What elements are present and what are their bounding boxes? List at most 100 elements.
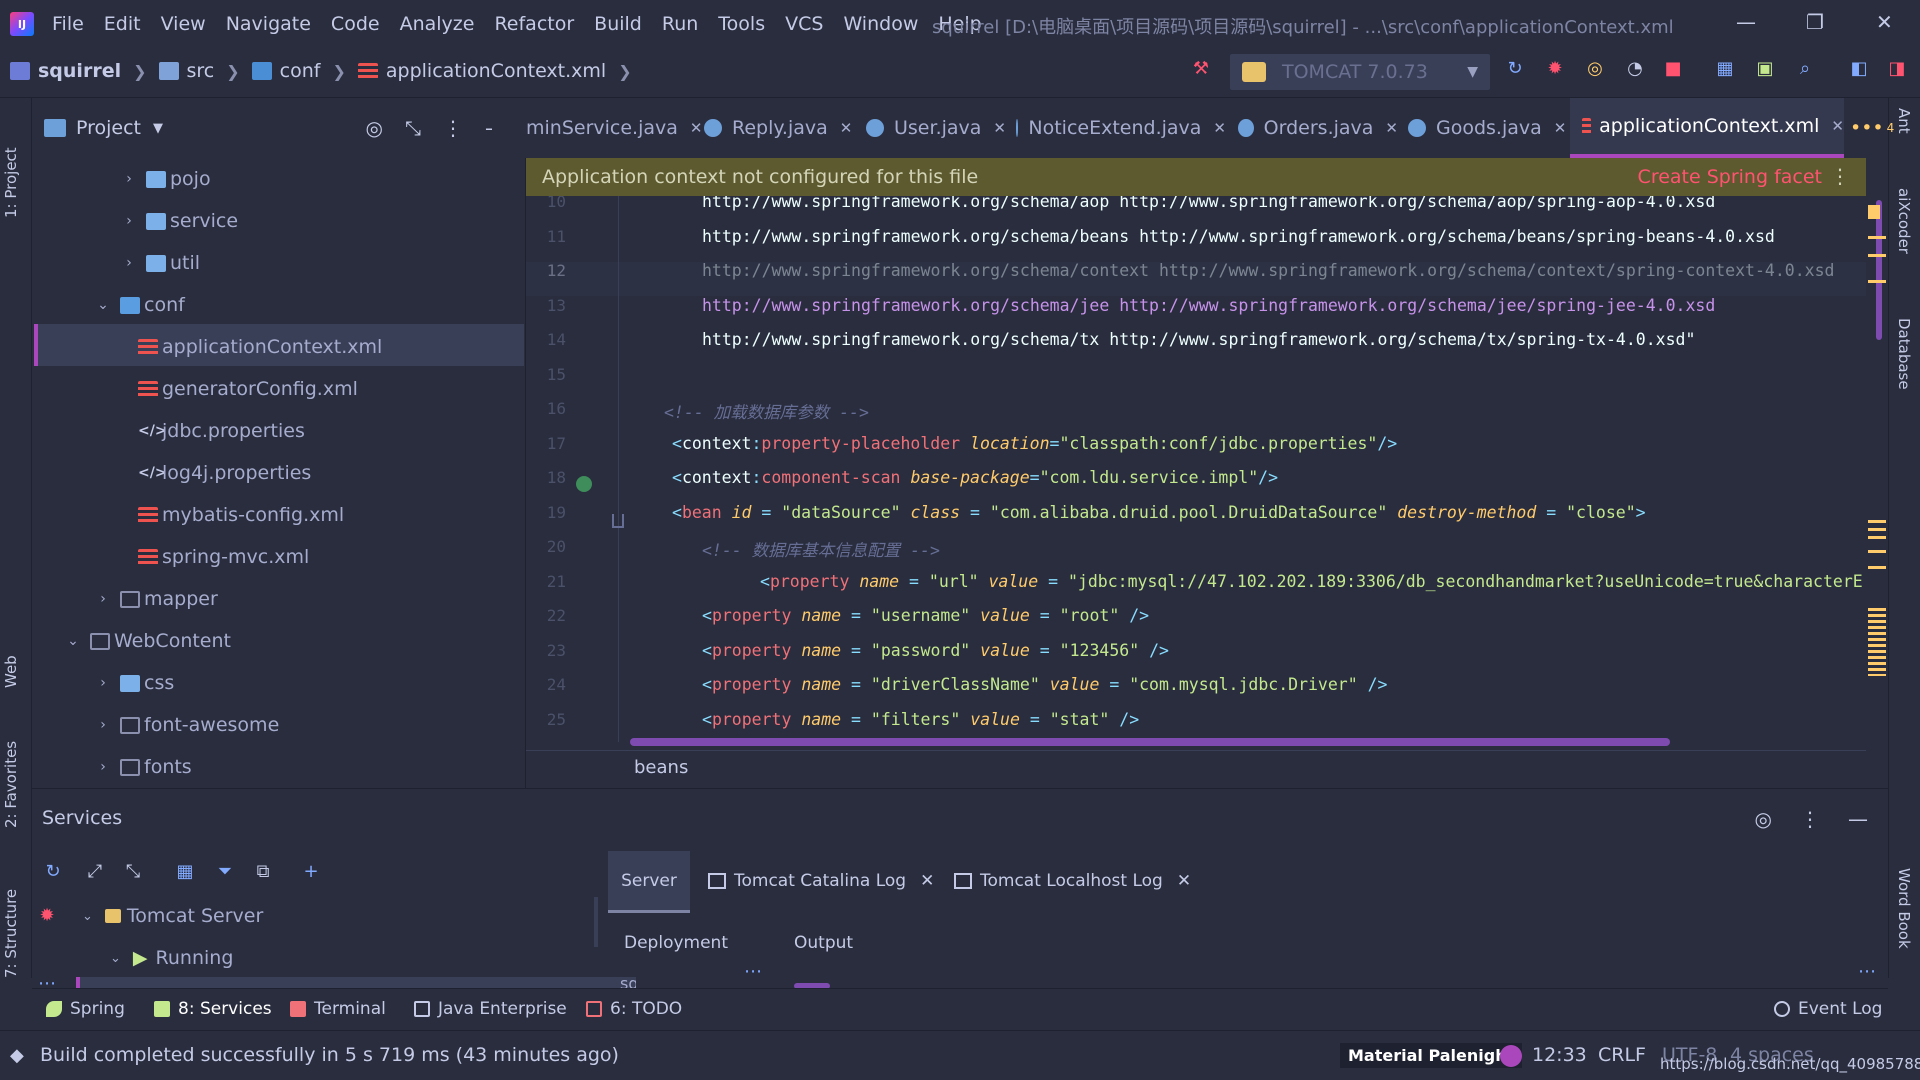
menu-view[interactable]: View: [161, 13, 206, 35]
code-line[interactable]: <context:component-scan base-package="co…: [672, 468, 1278, 487]
terminal-icon[interactable]: ▣: [1754, 58, 1776, 80]
build-status-icon[interactable]: ◆: [10, 1045, 24, 1066]
target-icon[interactable]: ◎: [1755, 807, 1772, 831]
menu-code[interactable]: Code: [331, 13, 380, 35]
debug-bug-icon[interactable]: ✹: [36, 905, 58, 927]
crumb-src[interactable]: src ❯: [158, 60, 252, 82]
create-spring-facet-link[interactable]: Create Spring facet: [1638, 166, 1822, 188]
debug-bug-icon[interactable]: ✹: [1544, 58, 1566, 80]
collapse-all-icon[interactable]: ⤡: [122, 861, 144, 883]
error-stripe-marker[interactable]: [1868, 254, 1886, 257]
more-options-icon[interactable]: ⋮: [443, 116, 463, 140]
tab-ant[interactable]: Ant: [1895, 108, 1913, 168]
tree-item-generatorconfig-xml[interactable]: generatorConfig.xml: [138, 368, 358, 410]
chevron-right-icon[interactable]: ›: [120, 255, 138, 271]
toolwindow-services[interactable]: 8: Services: [154, 999, 272, 1019]
plugin-icon[interactable]: ◨: [1886, 58, 1908, 80]
tree-item-pojo[interactable]: › pojo: [120, 158, 210, 200]
line-separator[interactable]: CRLF: [1598, 1044, 1646, 1066]
rerun-icon[interactable]: ↻: [1504, 58, 1526, 80]
refresh-icon[interactable]: ↻: [42, 861, 64, 883]
menu-run[interactable]: Run: [662, 13, 698, 35]
chevron-right-icon[interactable]: ›: [94, 675, 112, 691]
tab-applicationcontext-xml[interactable]: applicationContext.xml ✕: [1570, 98, 1844, 158]
toolwindow-event-log[interactable]: Event Log: [1774, 999, 1882, 1019]
code-line[interactable]: http://www.springframework.org/schema/je…: [702, 296, 1715, 315]
tree-item-log4j-properties[interactable]: </> log4j.properties: [138, 452, 311, 494]
tree-item-jdbc-properties[interactable]: </> jdbc.properties: [138, 410, 305, 452]
toolwindow-todo[interactable]: 6: TODO: [586, 999, 682, 1019]
group-by-icon[interactable]: ▦: [174, 861, 196, 883]
tab-project[interactable]: 1: Project: [2, 108, 20, 218]
tree-item-css[interactable]: › css: [94, 662, 174, 704]
tab-structure[interactable]: 7: Structure: [2, 858, 20, 978]
service-running-node[interactable]: ⌄ ▶ Running: [110, 947, 233, 969]
error-stripe-marker[interactable]: [1868, 528, 1886, 531]
chevron-right-icon[interactable]: ›: [120, 171, 138, 187]
tab-aixcoder[interactable]: aiXcoder: [1895, 188, 1913, 298]
chevron-down-icon[interactable]: ⌄: [64, 633, 82, 649]
menu-file[interactable]: File: [52, 13, 84, 35]
tab-word-book[interactable]: Word Book: [1895, 868, 1913, 978]
more-icon[interactable]: ⋯: [1858, 961, 1876, 982]
menu-build[interactable]: Build: [594, 13, 642, 35]
close-icon[interactable]: ✕: [1213, 119, 1226, 137]
stop-icon[interactable]: ■: [1662, 58, 1684, 80]
add-service-icon[interactable]: +: [300, 861, 322, 883]
tab-minservice-java[interactable]: minService.java ✕: [526, 98, 702, 158]
service-tomcat-server[interactable]: ⌄ Tomcat Server: [82, 905, 263, 927]
tree-item-webcontent[interactable]: ⌄ WebContent: [64, 620, 231, 662]
code-line[interactable]: http://www.springframework.org/schema/ao…: [702, 196, 1715, 211]
tree-item-spring-mvc-xml[interactable]: spring-mvc.xml: [138, 536, 309, 578]
new-window-icon[interactable]: ⧉: [252, 861, 274, 883]
more-options-icon[interactable]: ⋮: [1830, 164, 1850, 188]
tree-item-mybatis-config-xml[interactable]: mybatis-config.xml: [138, 494, 344, 536]
error-stripe-marker[interactable]: [1868, 520, 1886, 523]
build-hammer-icon[interactable]: ⚒: [1190, 58, 1212, 80]
locate-target-icon[interactable]: ◎: [366, 116, 383, 140]
status-message[interactable]: Build completed successfully in 5 s 719 …: [40, 1044, 619, 1066]
more-icon[interactable]: ⋯: [744, 961, 762, 982]
menu-tools[interactable]: Tools: [718, 13, 765, 35]
splitter[interactable]: [594, 897, 598, 947]
tree-item-mapper[interactable]: › mapper: [94, 578, 218, 620]
restore-button[interactable]: ❐: [1806, 10, 1824, 34]
code-line[interactable]: <property name = "url" value = "jdbc:mys…: [760, 572, 1863, 591]
filter-icon[interactable]: ⏷: [214, 861, 236, 883]
code-line[interactable]: <property name = "username" value = "roo…: [702, 606, 1149, 625]
collapse-all-icon[interactable]: ⤡: [405, 116, 421, 140]
close-icon[interactable]: ✕: [920, 871, 934, 891]
chevron-right-icon[interactable]: ›: [120, 213, 138, 229]
more-options-icon[interactable]: ⋮: [1800, 807, 1820, 831]
tree-item-util[interactable]: › util: [120, 242, 200, 284]
error-stripe-marker[interactable]: [1868, 280, 1886, 283]
horizontal-scrollbar[interactable]: [630, 738, 1670, 746]
tab-overflow-button[interactable]: ••• 4: [1850, 98, 1894, 158]
tab-tomcat-localhost-log[interactable]: Tomcat Localhost Log ✕: [954, 871, 1191, 891]
error-stripe-marker[interactable]: [1868, 550, 1886, 553]
crumb-project[interactable]: squirrel ❯: [10, 60, 159, 82]
tab-tomcat-catalina-log[interactable]: Tomcat Catalina Log ✕: [708, 871, 934, 891]
tab-reply-java[interactable]: Reply.java ✕: [704, 98, 854, 158]
crumb-conf[interactable]: conf ❯: [251, 60, 358, 82]
expand-all-icon[interactable]: ⤢: [84, 861, 106, 883]
error-stripe-marker[interactable]: [1868, 236, 1886, 239]
breadcrumb-beans[interactable]: beans: [634, 757, 688, 778]
warning-marker[interactable]: [1868, 205, 1880, 219]
menu-edit[interactable]: Edit: [104, 13, 141, 35]
menu-window[interactable]: Window: [843, 13, 918, 35]
tab-user-java[interactable]: User.java ✕: [866, 98, 1006, 158]
toolwindow-java-enterprise[interactable]: Java Enterprise: [414, 999, 567, 1019]
fold-marker-icon[interactable]: [612, 514, 624, 528]
code-line[interactable]: <property name = "filters" value = "stat…: [702, 710, 1139, 729]
chevron-right-icon[interactable]: ›: [94, 591, 112, 607]
tree-item-fonts[interactable]: › fonts: [94, 746, 192, 788]
code-line[interactable]: <!-- 加载数据库参数 -->: [664, 399, 869, 423]
tree-item-font-awesome[interactable]: › font-awesome: [94, 704, 279, 746]
caret-position[interactable]: 12:33: [1532, 1044, 1587, 1066]
tree-item-service[interactable]: › service: [120, 200, 238, 242]
run-configuration-select[interactable]: TOMCAT 7.0.73 ▼: [1230, 54, 1490, 90]
close-icon[interactable]: ✕: [993, 119, 1006, 137]
tree-item-applicationcontext-xml[interactable]: applicationContext.xml: [138, 326, 382, 368]
code-line[interactable]: <property name = "driverClassName" value…: [702, 675, 1387, 694]
